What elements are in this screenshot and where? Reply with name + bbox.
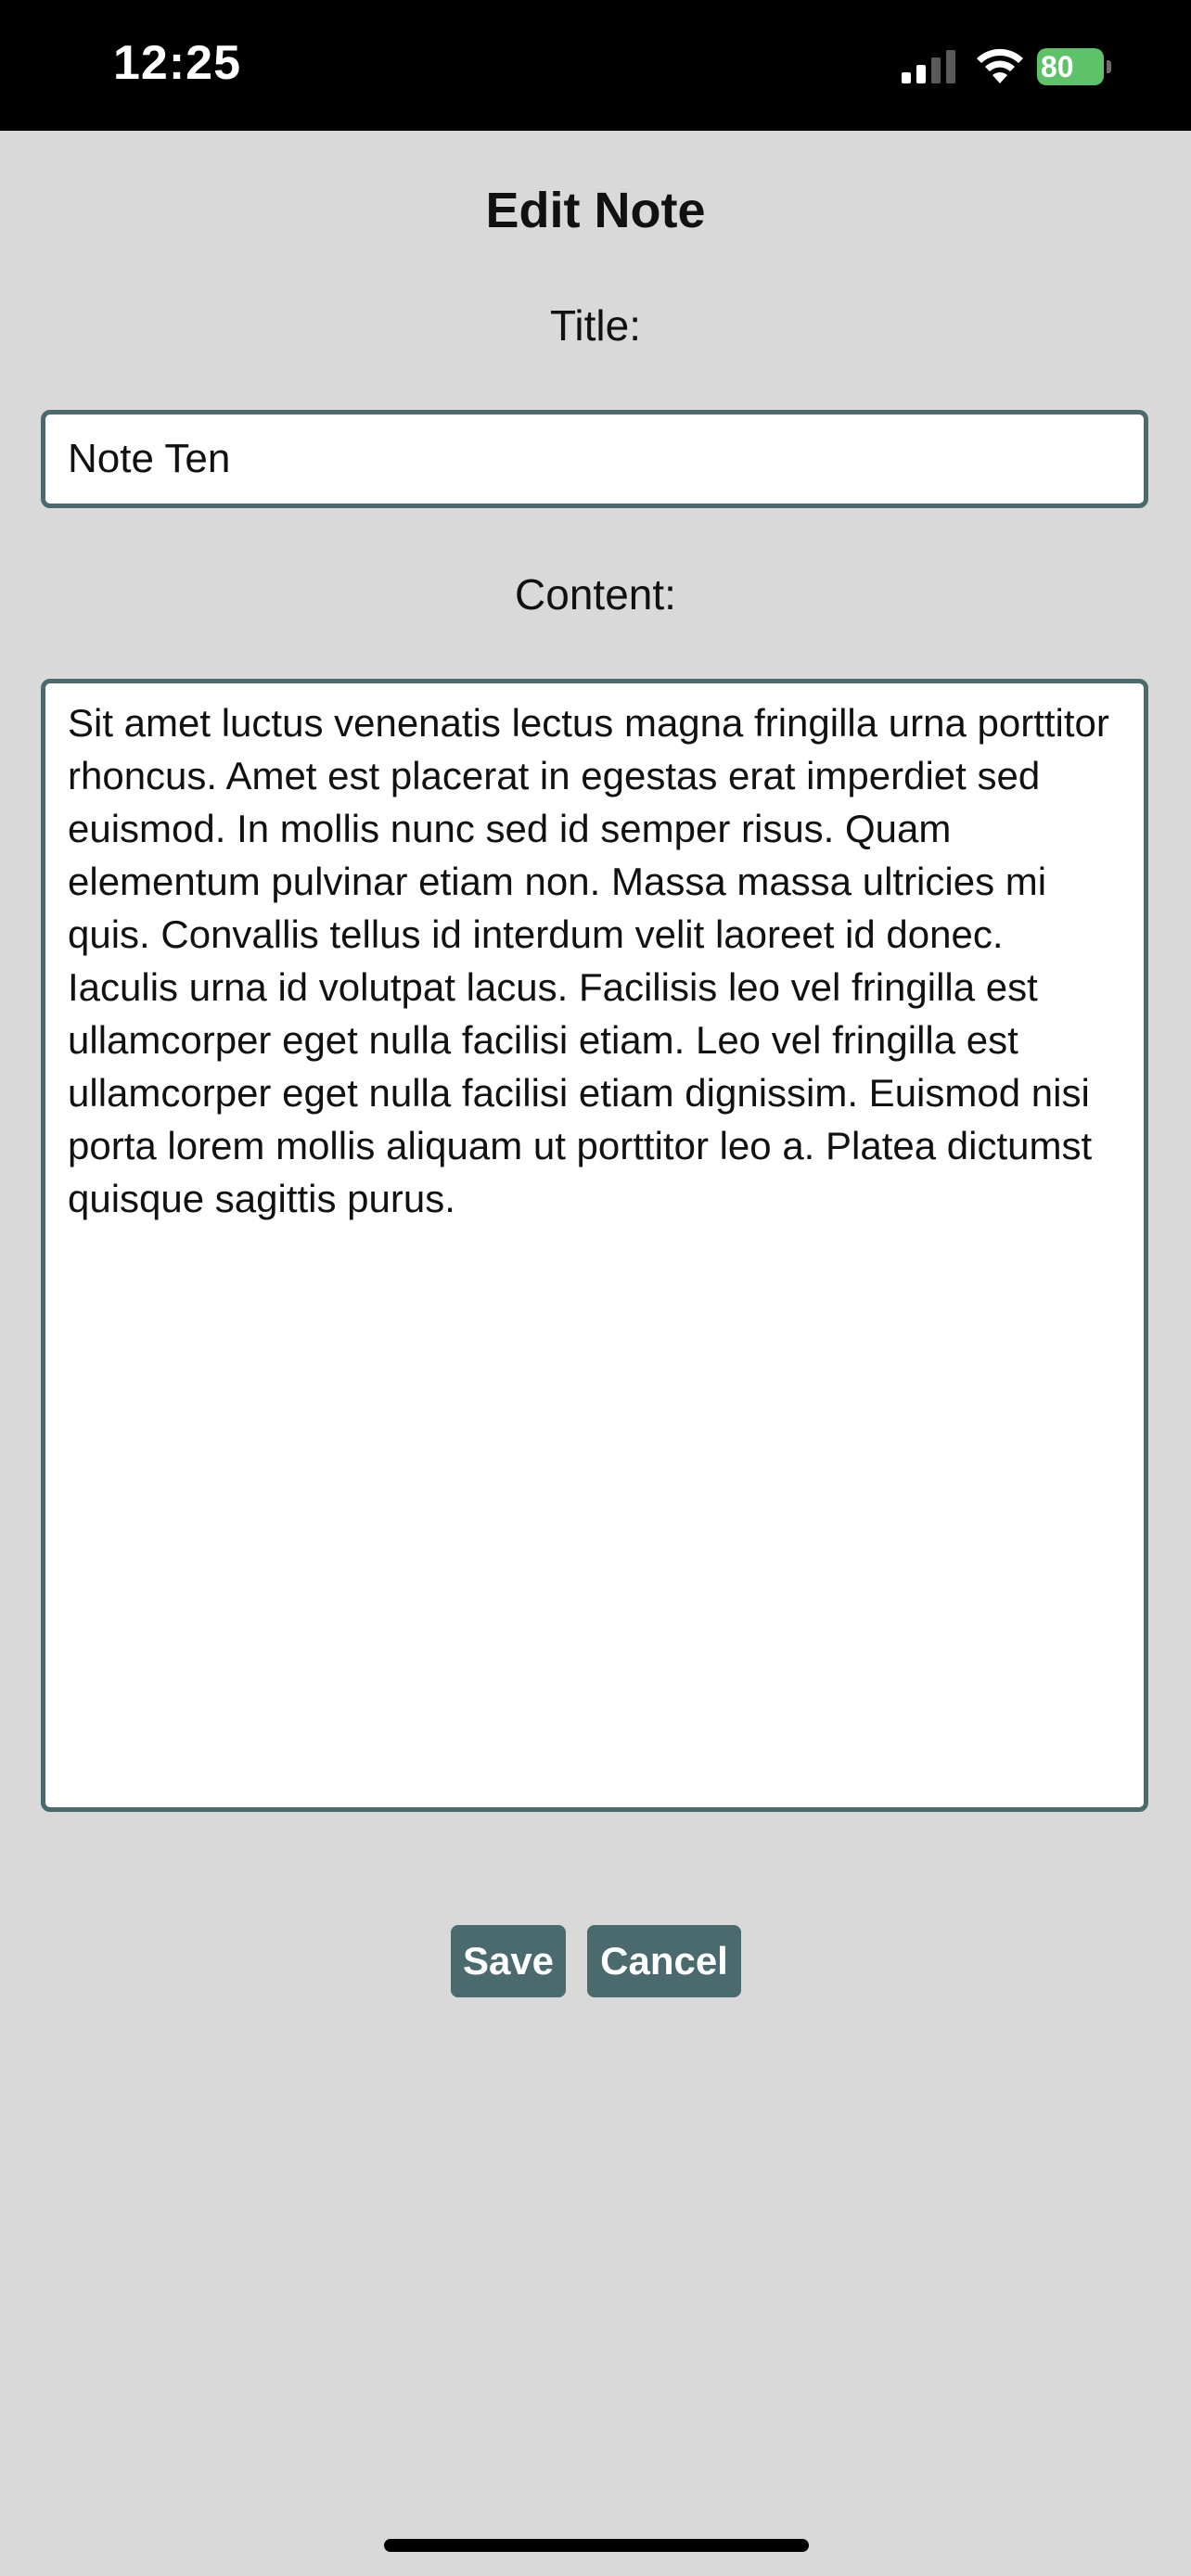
page-title: Edit Note <box>485 183 706 238</box>
content-textarea[interactable]: Sit amet luctus venenatis lectus magna f… <box>41 679 1148 1812</box>
battery-charging-icon: 80 <box>1037 48 1111 85</box>
cellular-signal-icon <box>902 50 955 83</box>
status-time: 12:25 <box>113 36 241 90</box>
wifi-icon <box>977 48 1023 83</box>
battery-cap <box>1107 60 1111 73</box>
title-label: Title: <box>550 301 641 350</box>
status-bar: 12:25 80 <box>0 0 1191 131</box>
content-label: Content: <box>515 570 676 618</box>
home-indicator[interactable] <box>384 2539 809 2552</box>
title-input[interactable] <box>41 410 1148 508</box>
battery-percent: 80 <box>1041 50 1074 83</box>
battery-body: 80 <box>1037 48 1104 85</box>
save-button[interactable]: Save <box>451 1925 566 1997</box>
cancel-button[interactable]: Cancel <box>587 1925 741 1997</box>
